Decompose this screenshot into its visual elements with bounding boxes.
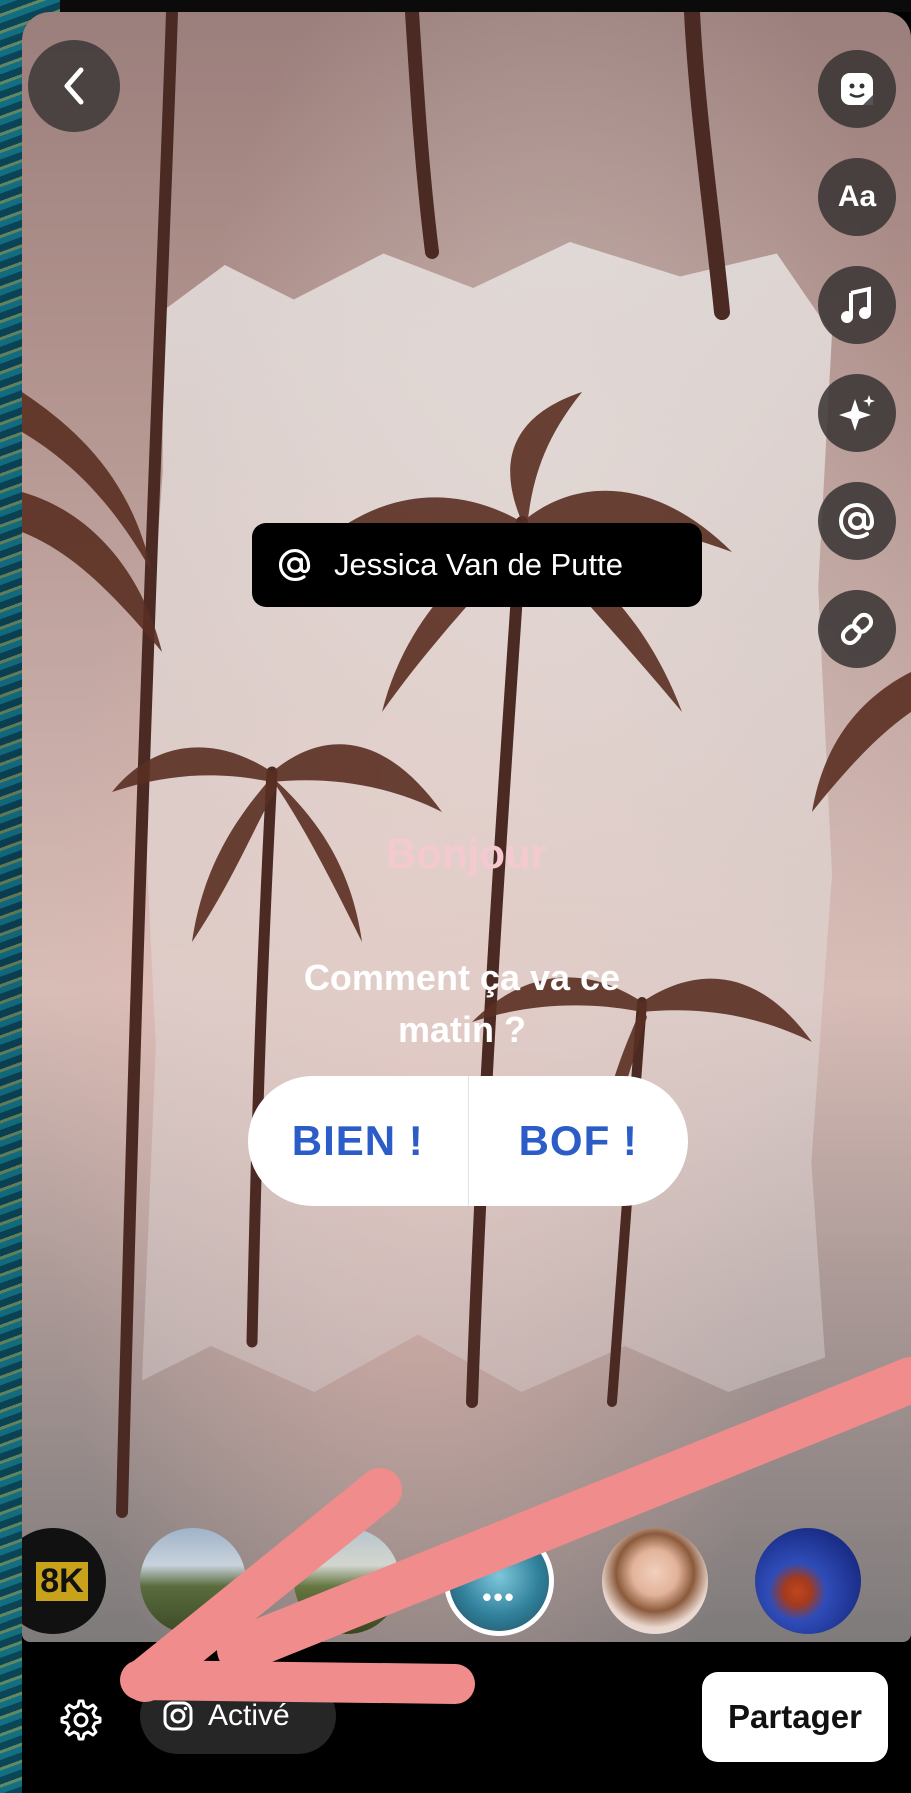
story-thumbnail-tray: 8K ••• xyxy=(22,1522,911,1642)
poll-option-bien[interactable]: BIEN ! xyxy=(248,1117,468,1165)
palm-trees xyxy=(22,12,911,1518)
poll-question: Comment ça va ce matin ? xyxy=(303,957,621,1050)
share-button[interactable]: Partager xyxy=(702,1672,888,1762)
text-icon: Aa xyxy=(837,180,877,213)
settings-button[interactable] xyxy=(56,1697,102,1748)
poll-sticker[interactable]: BIEN ! BOF ! xyxy=(248,1076,688,1206)
gear-icon xyxy=(60,1699,102,1741)
mention-button[interactable] xyxy=(818,482,896,560)
blue-thumbnail[interactable] xyxy=(755,1528,861,1634)
tool-column: Aa xyxy=(818,50,900,698)
music-icon xyxy=(841,286,871,323)
selected-thumbnail[interactable]: ••• xyxy=(444,1526,554,1636)
instagram-icon xyxy=(162,1700,194,1732)
link-icon xyxy=(840,612,874,646)
portrait-thumbnail[interactable] xyxy=(602,1528,708,1634)
landscape-thumbnail[interactable] xyxy=(294,1528,400,1634)
music-button[interactable] xyxy=(818,266,896,344)
link-button[interactable] xyxy=(818,590,896,668)
more-icon: ••• xyxy=(482,1582,516,1612)
chevron-left-icon xyxy=(64,67,84,105)
story-editor: Aa Jessica Van de Putte Bonjour Comment … xyxy=(22,12,911,1793)
8k-thumbnail[interactable]: 8K xyxy=(22,1528,106,1634)
mention-icon xyxy=(838,502,875,540)
bottom-bar: Activé Partager xyxy=(22,1642,911,1793)
sticker-button[interactable] xyxy=(818,50,896,128)
text-button[interactable]: Aa xyxy=(818,158,896,236)
back-button[interactable] xyxy=(28,40,120,132)
at-icon xyxy=(276,546,314,584)
story-title: Bonjour xyxy=(386,830,547,877)
sticker-icon xyxy=(841,73,873,105)
effects-icon xyxy=(839,395,875,431)
audience-label: Activé xyxy=(208,1699,290,1732)
poll-option-bof[interactable]: BOF ! xyxy=(469,1117,689,1165)
effects-button[interactable] xyxy=(818,374,896,452)
landscape-thumbnail[interactable] xyxy=(140,1528,246,1634)
audience-toggle[interactable]: Activé xyxy=(140,1678,336,1754)
mention-username: Jessica Van de Putte xyxy=(334,547,623,582)
story-canvas: Aa Jessica Van de Putte Bonjour Comment … xyxy=(22,12,911,1642)
mention-sticker[interactable]: Jessica Van de Putte xyxy=(252,523,702,607)
